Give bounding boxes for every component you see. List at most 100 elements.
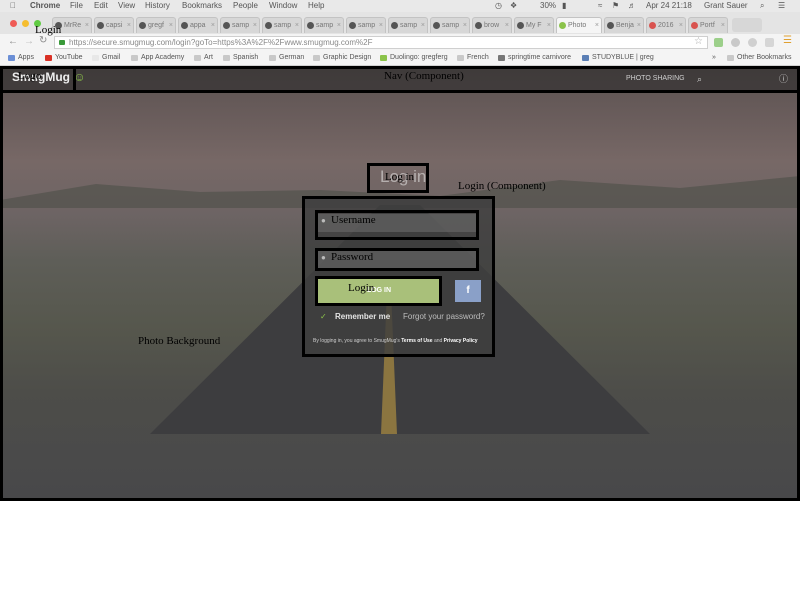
bookmark-app-academy[interactable]: App Academy: [131, 51, 184, 65]
annotation-login-component: Login (Component): [458, 180, 546, 192]
flag-icon[interactable]: ⚑: [612, 0, 619, 12]
browser-tab[interactable]: gregf ×: [136, 17, 176, 33]
back-icon[interactable]: ←: [8, 36, 18, 47]
menu-bookmarks[interactable]: Bookmarks: [182, 0, 222, 12]
tab-close-icon[interactable]: ×: [211, 18, 215, 33]
browser-tab[interactable]: capsi ×: [94, 17, 134, 33]
window-close-icon[interactable]: [10, 20, 17, 27]
menu-view[interactable]: View: [118, 0, 135, 12]
tab-close-icon[interactable]: ×: [505, 18, 509, 33]
window-minimize-icon[interactable]: [22, 20, 29, 27]
menu-clock[interactable]: Apr 24 21:18: [646, 0, 692, 12]
github-icon: [223, 22, 230, 29]
battery-icon[interactable]: ▮: [562, 0, 566, 12]
tab-close-icon[interactable]: ×: [637, 18, 641, 33]
annotation-password: Password: [331, 251, 374, 263]
battery-label: 30%: [540, 1, 557, 10]
github-icon: [181, 22, 188, 29]
tab-close-icon[interactable]: ×: [421, 18, 425, 33]
new-tab-button[interactable]: [732, 18, 762, 32]
menu-file[interactable]: File: [70, 0, 83, 12]
tab-close-icon[interactable]: ×: [595, 18, 599, 33]
page-icon: [475, 22, 482, 29]
browser-tab[interactable]: samp ×: [262, 17, 302, 33]
browser-tab[interactable]: 2016 ×: [646, 17, 686, 33]
lock-icon: [59, 40, 65, 45]
page-icon: [607, 22, 614, 29]
spotlight-icon[interactable]: ⌕: [760, 0, 764, 12]
folder-icon: [194, 55, 201, 61]
annotation-logo: Logo: [18, 70, 42, 82]
bookmark-french[interactable]: French: [457, 51, 489, 65]
tab-close-icon[interactable]: ×: [463, 18, 467, 33]
extension-icon[interactable]: [765, 38, 774, 47]
bookmark-graphic-design[interactable]: Graphic Design: [313, 51, 371, 65]
forward-icon[interactable]: →: [24, 36, 34, 47]
tab-close-icon[interactable]: ×: [295, 18, 299, 33]
bookmark-german[interactable]: German: [269, 51, 304, 65]
menu-edit[interactable]: Edit: [94, 0, 108, 12]
bookmark-spanish[interactable]: Spanish: [223, 51, 258, 65]
menu-user[interactable]: Grant Sauer: [704, 0, 748, 12]
browser-tab[interactable]: samp ×: [388, 17, 428, 33]
bookmark-art[interactable]: Art: [194, 51, 213, 65]
notifications-icon[interactable]: ☰: [778, 0, 785, 12]
tab-close-icon[interactable]: ×: [721, 18, 725, 33]
extension-icon[interactable]: [731, 38, 740, 47]
bookmark-gmail[interactable]: Gmail: [92, 51, 120, 65]
folder-icon: [131, 55, 138, 61]
volume-icon[interactable]: ♬: [628, 0, 636, 12]
menu-app-name[interactable]: Chrome: [30, 0, 60, 12]
folder-icon: [457, 55, 464, 61]
extension-icon[interactable]: [714, 38, 723, 47]
apps-grid-icon: [8, 55, 15, 61]
page-icon: [691, 22, 698, 29]
github-icon: [391, 22, 398, 29]
menu-people[interactable]: People: [233, 0, 258, 12]
github-icon: [265, 22, 272, 29]
browser-tab[interactable]: My F ×: [514, 17, 554, 33]
tab-close-icon[interactable]: ×: [337, 18, 341, 33]
gmail-icon: [92, 55, 99, 61]
bookmark-apps[interactable]: Apps: [8, 51, 34, 65]
github-icon: [349, 22, 356, 29]
tab-close-icon[interactable]: ×: [547, 18, 551, 33]
bookmark-other[interactable]: Other Bookmarks: [727, 51, 791, 65]
folder-icon: [313, 55, 320, 61]
browser-tab[interactable]: Portf ×: [688, 17, 728, 33]
browser-tab[interactable]: Benja ×: [604, 17, 644, 33]
dropbox-icon[interactable]: ❖: [510, 0, 517, 12]
bookmarks-overflow[interactable]: »: [712, 51, 716, 65]
bookmark-springtime[interactable]: springtime carnivore: [498, 51, 571, 65]
clock-status-icon[interactable]: ◷: [495, 0, 502, 12]
folder-icon: [727, 55, 734, 61]
browser-tab[interactable]: brow ×: [472, 17, 512, 33]
tab-close-icon[interactable]: ×: [679, 18, 683, 33]
tab-close-icon[interactable]: ×: [85, 18, 89, 33]
browser-tab[interactable]: samp ×: [304, 17, 344, 33]
wifi-icon[interactable]: ≈: [598, 0, 602, 12]
browser-tab[interactable]: samp ×: [430, 17, 470, 33]
github-icon: [97, 22, 104, 29]
tab-close-icon[interactable]: ×: [379, 18, 383, 33]
tab-close-icon[interactable]: ×: [169, 18, 173, 33]
bookmark-star-icon[interactable]: ☆: [694, 36, 703, 47]
browser-tab[interactable]: appa ×: [178, 17, 218, 33]
browser-tab[interactable]: samp ×: [346, 17, 386, 33]
bookmark-studyblue[interactable]: STUDYBLUE | greg: [582, 51, 654, 65]
chrome-menu-icon[interactable]: ☰: [783, 35, 792, 46]
address-bar[interactable]: https://secure.smugmug.com/login?goTo=ht…: [54, 36, 708, 49]
bookmark-duolingo[interactable]: Duolingo: gregferg: [380, 51, 448, 65]
tab-close-icon[interactable]: ×: [253, 18, 257, 33]
browser-tab[interactable]: samp ×: [220, 17, 260, 33]
menu-window[interactable]: Window: [269, 0, 297, 12]
annotation-login-button-box: [315, 276, 442, 306]
extension-icon[interactable]: [748, 38, 757, 47]
menu-help[interactable]: Help: [308, 0, 324, 12]
apple-icon[interactable]: : [10, 0, 16, 12]
bookmark-youtube[interactable]: YouTube: [45, 51, 83, 65]
github-icon: [139, 22, 146, 29]
menu-history[interactable]: History: [145, 0, 170, 12]
browser-tab-active[interactable]: Photo ×: [556, 17, 602, 33]
tab-close-icon[interactable]: ×: [127, 18, 131, 33]
